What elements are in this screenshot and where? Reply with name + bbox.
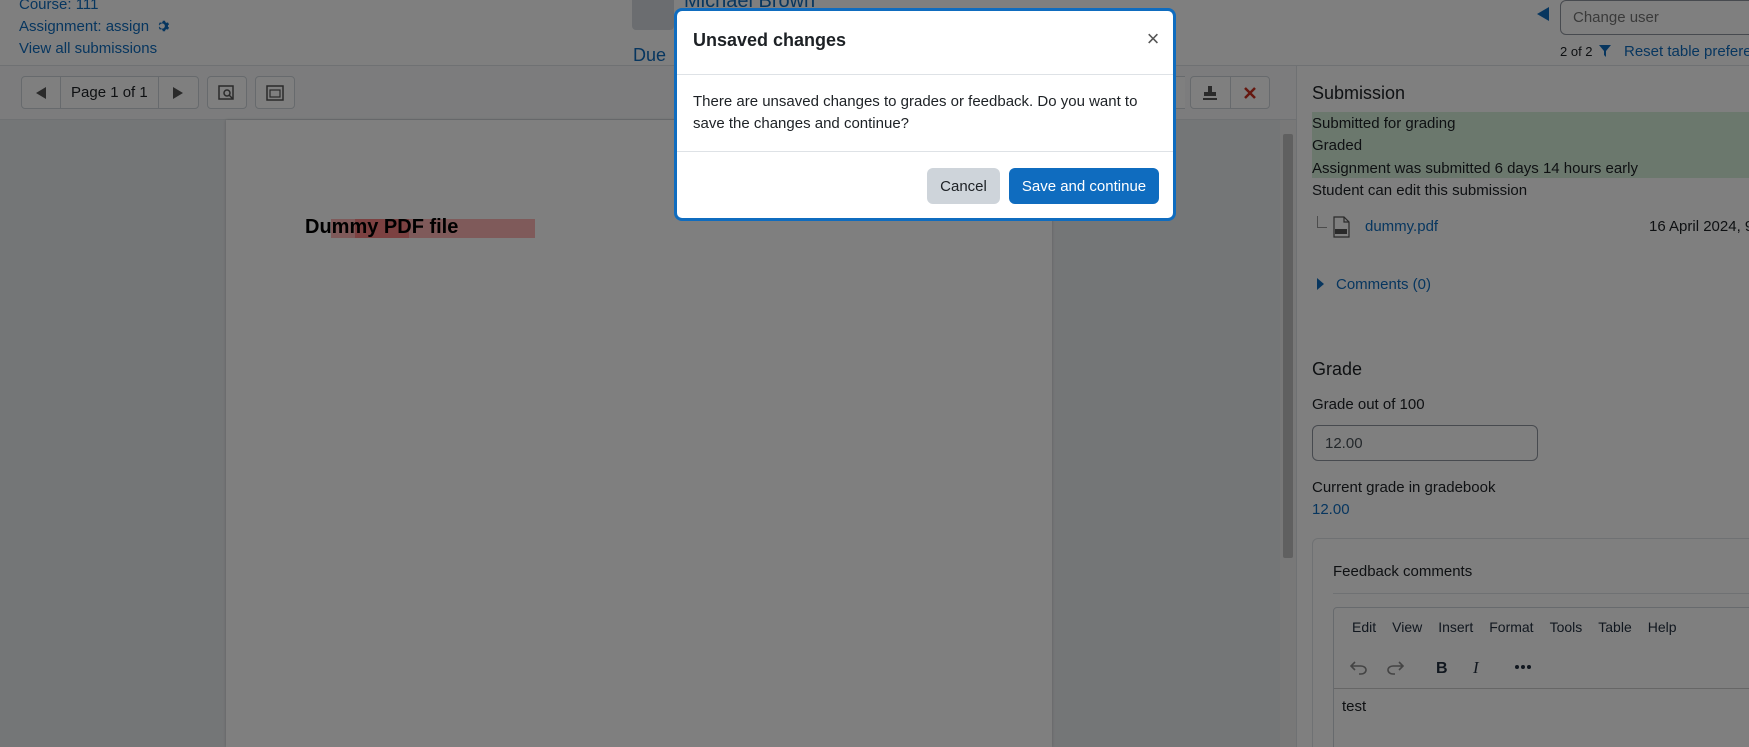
modal-footer: Cancel Save and continue [677, 151, 1173, 221]
modal-body: There are unsaved changes to grades or f… [693, 93, 1138, 132]
modal-header: Unsaved changes × [677, 11, 1173, 75]
unsaved-changes-modal: Unsaved changes × There are unsaved chan… [674, 8, 1176, 221]
save-and-continue-button[interactable]: Save and continue [1009, 168, 1159, 204]
modal-title: Unsaved changes [693, 30, 847, 50]
close-icon[interactable]: × [1141, 27, 1165, 51]
cancel-button[interactable]: Cancel [927, 168, 1000, 204]
